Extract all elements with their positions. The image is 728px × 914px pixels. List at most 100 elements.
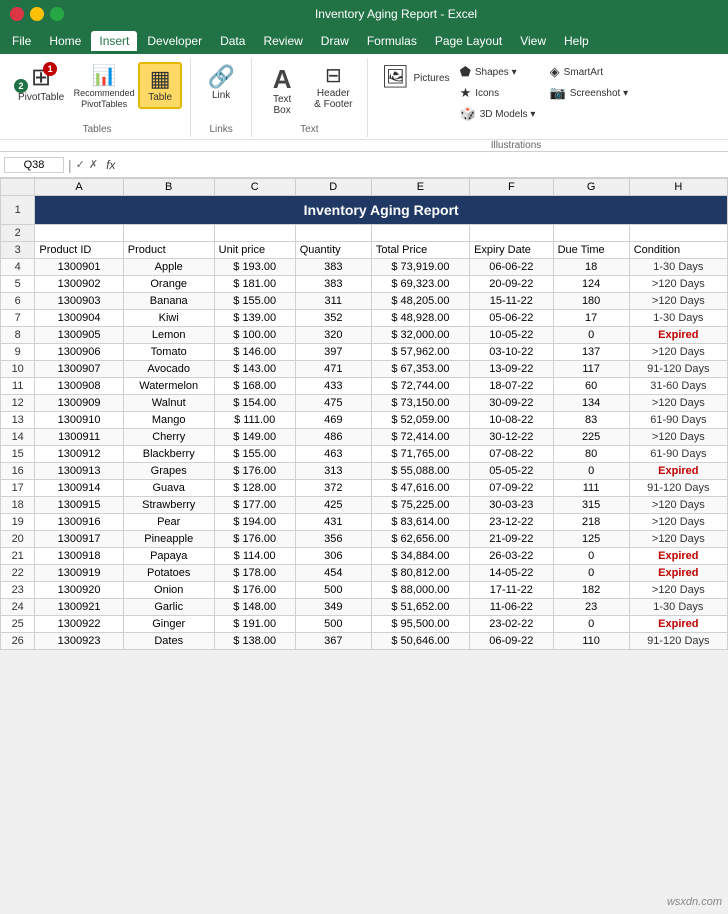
cell-due-time[interactable]: 23 — [553, 599, 629, 616]
icons-button[interactable]: ★ Icons — [456, 83, 546, 103]
cell-product-id[interactable]: 1300921 — [35, 599, 123, 616]
cell-product-id[interactable]: 1300906 — [35, 344, 123, 361]
cell-total-price[interactable]: $ 73,150.00 — [371, 395, 469, 412]
cell-due-time[interactable]: 83 — [553, 412, 629, 429]
col-g-header[interactable]: G — [553, 179, 629, 196]
cell-total-price[interactable]: $ 51,652.00 — [371, 599, 469, 616]
cell-quantity[interactable]: 433 — [295, 378, 371, 395]
cell-expiry-date[interactable]: 26-03-22 — [470, 548, 554, 565]
cell-unit-price[interactable]: $ 139.00 — [214, 310, 295, 327]
cell-expiry-date[interactable]: 30-12-22 — [470, 429, 554, 446]
cell-product[interactable]: Dates — [123, 633, 214, 650]
table-button[interactable]: ▦ Table — [138, 62, 182, 109]
menu-formulas[interactable]: Formulas — [359, 31, 425, 51]
menu-insert[interactable]: Insert — [91, 31, 137, 51]
cell-expiry-date[interactable]: 23-02-22 — [470, 616, 554, 633]
cell-condition[interactable]: >120 Days — [629, 531, 727, 548]
cell-unit-price[interactable]: $ 168.00 — [214, 378, 295, 395]
cell-product-id[interactable]: 1300913 — [35, 463, 123, 480]
cell-total-price[interactable]: $ 88,000.00 — [371, 582, 469, 599]
cell-condition[interactable]: Expired — [629, 565, 727, 582]
cell-condition[interactable]: 31-60 Days — [629, 378, 727, 395]
cell-condition[interactable]: 61-90 Days — [629, 446, 727, 463]
cell-quantity[interactable]: 383 — [295, 276, 371, 293]
cell-due-time[interactable]: 17 — [553, 310, 629, 327]
menu-view[interactable]: View — [512, 31, 554, 51]
cell-expiry-date[interactable]: 30-03-23 — [470, 497, 554, 514]
cell-unit-price[interactable]: $ 191.00 — [214, 616, 295, 633]
cell-expiry-date[interactable]: 06-09-22 — [470, 633, 554, 650]
cell-total-price[interactable]: $ 52,059.00 — [371, 412, 469, 429]
cell-due-time[interactable]: 0 — [553, 565, 629, 582]
cell-product[interactable]: Potatoes — [123, 565, 214, 582]
cell-quantity[interactable]: 469 — [295, 412, 371, 429]
cell-product-id[interactable]: 1300918 — [35, 548, 123, 565]
menu-file[interactable]: File — [4, 31, 39, 51]
col-f-header[interactable]: F — [470, 179, 554, 196]
cell-total-price[interactable]: $ 48,928.00 — [371, 310, 469, 327]
cell-quantity[interactable]: 425 — [295, 497, 371, 514]
cell-unit-price[interactable]: $ 149.00 — [214, 429, 295, 446]
cell-quantity[interactable]: 383 — [295, 259, 371, 276]
cell-product[interactable]: Walnut — [123, 395, 214, 412]
cell-total-price[interactable]: $ 47,616.00 — [371, 480, 469, 497]
fx-label[interactable]: fx — [106, 158, 115, 172]
cell-condition[interactable]: 91-120 Days — [629, 361, 727, 378]
cell-condition[interactable]: 91-120 Days — [629, 633, 727, 650]
cell-due-time[interactable]: 315 — [553, 497, 629, 514]
cell-total-price[interactable]: $ 95,500.00 — [371, 616, 469, 633]
cell-unit-price[interactable]: $ 100.00 — [214, 327, 295, 344]
col-e-header[interactable]: E — [371, 179, 469, 196]
menu-pagelayout[interactable]: Page Layout — [427, 31, 510, 51]
cell-due-time[interactable]: 110 — [553, 633, 629, 650]
cell-product[interactable]: Tomato — [123, 344, 214, 361]
cell-product-id[interactable]: 1300901 — [35, 259, 123, 276]
cell-product[interactable]: Kiwi — [123, 310, 214, 327]
cell-product-id[interactable]: 1300903 — [35, 293, 123, 310]
cell-due-time[interactable]: 180 — [553, 293, 629, 310]
cell-due-time[interactable]: 125 — [553, 531, 629, 548]
cell-total-price[interactable]: $ 55,088.00 — [371, 463, 469, 480]
cell-total-price[interactable]: $ 80,812.00 — [371, 565, 469, 582]
cell-expiry-date[interactable]: 15-11-22 — [470, 293, 554, 310]
cell-quantity[interactable]: 471 — [295, 361, 371, 378]
cell-due-time[interactable]: 182 — [553, 582, 629, 599]
cell-unit-price[interactable]: $ 176.00 — [214, 463, 295, 480]
cell-product[interactable]: Guava — [123, 480, 214, 497]
cell-unit-price[interactable]: $ 176.00 — [214, 582, 295, 599]
cell-unit-price[interactable]: $ 194.00 — [214, 514, 295, 531]
cell-due-time[interactable]: 218 — [553, 514, 629, 531]
cell-due-time[interactable]: 111 — [553, 480, 629, 497]
cell-expiry-date[interactable]: 10-05-22 — [470, 327, 554, 344]
cell-product[interactable]: Pineapple — [123, 531, 214, 548]
cell-condition[interactable]: >120 Days — [629, 429, 727, 446]
cell-unit-price[interactable]: $ 176.00 — [214, 531, 295, 548]
cell-total-price[interactable]: $ 50,646.00 — [371, 633, 469, 650]
cell-expiry-date[interactable]: 06-06-22 — [470, 259, 554, 276]
cell-condition[interactable]: 61-90 Days — [629, 412, 727, 429]
cell-due-time[interactable]: 137 — [553, 344, 629, 361]
cell-quantity[interactable]: 431 — [295, 514, 371, 531]
cell-expiry-date[interactable]: 13-09-22 — [470, 361, 554, 378]
cell-expiry-date[interactable]: 07-09-22 — [470, 480, 554, 497]
cell-total-price[interactable]: $ 72,744.00 — [371, 378, 469, 395]
cell-quantity[interactable]: 349 — [295, 599, 371, 616]
formula-input[interactable] — [119, 158, 724, 172]
recommended-pivottables-button[interactable]: 📊 RecommendedPivotTables — [74, 62, 134, 114]
cell-product-id[interactable]: 1300902 — [35, 276, 123, 293]
cell-condition[interactable]: 1-30 Days — [629, 259, 727, 276]
cell-due-time[interactable]: 0 — [553, 548, 629, 565]
cell-expiry-date[interactable]: 17-11-22 — [470, 582, 554, 599]
cell-quantity[interactable]: 313 — [295, 463, 371, 480]
cell-unit-price[interactable]: $ 181.00 — [214, 276, 295, 293]
cell-unit-price[interactable]: $ 178.00 — [214, 565, 295, 582]
cell-product[interactable]: Pear — [123, 514, 214, 531]
cell-unit-price[interactable]: $ 154.00 — [214, 395, 295, 412]
cell-condition[interactable]: >120 Days — [629, 395, 727, 412]
cell-product-id[interactable]: 1300923 — [35, 633, 123, 650]
cell-quantity[interactable]: 352 — [295, 310, 371, 327]
cell-product-id[interactable]: 1300915 — [35, 497, 123, 514]
maximize-button[interactable] — [50, 7, 64, 21]
cell-due-time[interactable]: 18 — [553, 259, 629, 276]
cell-expiry-date[interactable]: 30-09-22 — [470, 395, 554, 412]
